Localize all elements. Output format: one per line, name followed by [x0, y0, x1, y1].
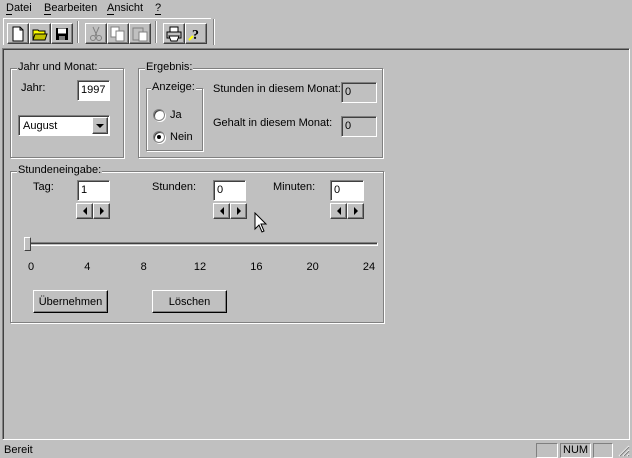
slider-tick-label: 4 — [84, 261, 91, 273]
gehalt-monat-output: 0 — [341, 116, 377, 137]
toolbar-separator — [77, 21, 79, 43]
stunden-input[interactable]: 0 — [213, 180, 246, 201]
menu-datei[interactable]: Datei — [6, 2, 32, 14]
save-button[interactable] — [51, 23, 73, 44]
cut-button[interactable] — [85, 23, 107, 44]
slider-tick-label: 8 — [140, 261, 147, 273]
radio-ja-label: Ja — [170, 109, 182, 121]
slider-tick-label: 0 — [27, 261, 35, 273]
chevron-down-icon — [96, 123, 104, 128]
radio-ja[interactable] — [153, 109, 165, 121]
print-icon — [166, 26, 182, 41]
status-text: Bereit — [4, 444, 33, 456]
arrow-right-icon — [99, 207, 104, 215]
slider-tick-label: 12 — [193, 261, 207, 273]
new-file-icon — [12, 26, 24, 41]
copy-icon — [110, 26, 125, 41]
status-panel-num: NUM — [560, 443, 591, 458]
help-icon: ? — [188, 28, 199, 42]
ergebnis-legend: Ergebnis: — [145, 61, 194, 73]
accel-underline — [6, 14, 12, 15]
slider-tick-label: 20 — [306, 261, 319, 273]
loeschen-button[interactable]: Löschen — [152, 290, 227, 313]
stunden-monat-label: Stunden in diesem Monat: — [213, 83, 341, 95]
menubar: Datei Bearbeiten Ansicht ? — [0, 0, 632, 17]
minuten-decrement-button[interactable] — [330, 203, 347, 219]
cut-icon — [90, 26, 102, 41]
hours-slider-thumb[interactable] — [24, 237, 31, 251]
minuten-label: Minuten: — [273, 181, 316, 193]
slider-tick-label: 24 — [362, 261, 376, 273]
svg-text:?: ? — [192, 28, 199, 42]
status-panel-scroll — [593, 443, 613, 458]
hours-slider-track[interactable] — [25, 242, 378, 246]
stunden-label: Stunden: — [152, 181, 197, 193]
anzeige-legend: Anzeige: — [151, 81, 196, 93]
arrow-right-icon — [236, 207, 241, 215]
radio-nein[interactable] — [153, 131, 165, 143]
jahr-monat-legend: Jahr und Monat: — [17, 61, 99, 73]
jahr-input[interactable]: 1997 — [77, 80, 110, 101]
toolbar: ? — [3, 18, 211, 45]
toolbar-end-separator — [213, 19, 215, 45]
tag-label: Tag: — [33, 181, 54, 193]
menu-bearbeiten[interactable]: Bearbeiten — [44, 2, 97, 14]
copy-button[interactable] — [107, 23, 129, 44]
status-panel-caps — [536, 443, 558, 458]
monat-select[interactable]: August — [18, 115, 110, 136]
arrow-right-icon — [353, 207, 358, 215]
resize-grip-icon[interactable] — [618, 445, 630, 457]
stundeneingabe-legend: Stundeneingabe: — [17, 164, 103, 176]
slider-tick-label: 16 — [250, 261, 263, 273]
jahr-label: Jahr: — [21, 82, 46, 94]
menu-ansicht[interactable]: Ansicht — [107, 2, 143, 14]
tag-decrement-button[interactable] — [76, 203, 93, 219]
new-file-button[interactable] — [7, 23, 29, 44]
open-folder-icon — [32, 29, 48, 40]
arrow-left-icon — [336, 207, 341, 215]
radio-nein-label: Nein — [170, 131, 193, 143]
dropdown-button[interactable] — [92, 117, 108, 134]
stunden-decrement-button[interactable] — [213, 203, 230, 219]
mouse-cursor-icon — [254, 212, 268, 233]
save-icon — [56, 27, 68, 40]
tag-input[interactable]: 1 — [77, 180, 110, 201]
monat-value: August — [23, 120, 58, 132]
toolbar-separator — [155, 21, 157, 43]
arrow-left-icon — [219, 207, 224, 215]
paste-icon — [132, 27, 148, 41]
open-button[interactable] — [29, 23, 51, 44]
stunden-increment-button[interactable] — [230, 203, 247, 219]
stunden-spinner — [213, 203, 247, 219]
arrow-left-icon — [82, 207, 87, 215]
menu-help[interactable]: ? — [155, 2, 161, 14]
minuten-input[interactable]: 0 — [330, 180, 364, 201]
tag-increment-button[interactable] — [93, 203, 110, 219]
print-button[interactable] — [163, 23, 185, 44]
stunden-monat-output: 0 — [341, 82, 377, 103]
accel-underline — [107, 14, 114, 15]
accel-underline — [44, 14, 51, 15]
accel-underline — [155, 14, 161, 15]
help-button[interactable]: ? — [185, 23, 207, 44]
tag-spinner — [76, 203, 110, 219]
uebernehmen-button[interactable]: Übernehmen — [33, 290, 108, 313]
gehalt-monat-label: Gehalt in diesem Monat: — [213, 117, 333, 129]
statusbar: Bereit NUM — [0, 441, 632, 458]
minuten-increment-button[interactable] — [347, 203, 364, 219]
paste-button[interactable] — [129, 23, 151, 44]
minuten-spinner — [330, 203, 364, 219]
